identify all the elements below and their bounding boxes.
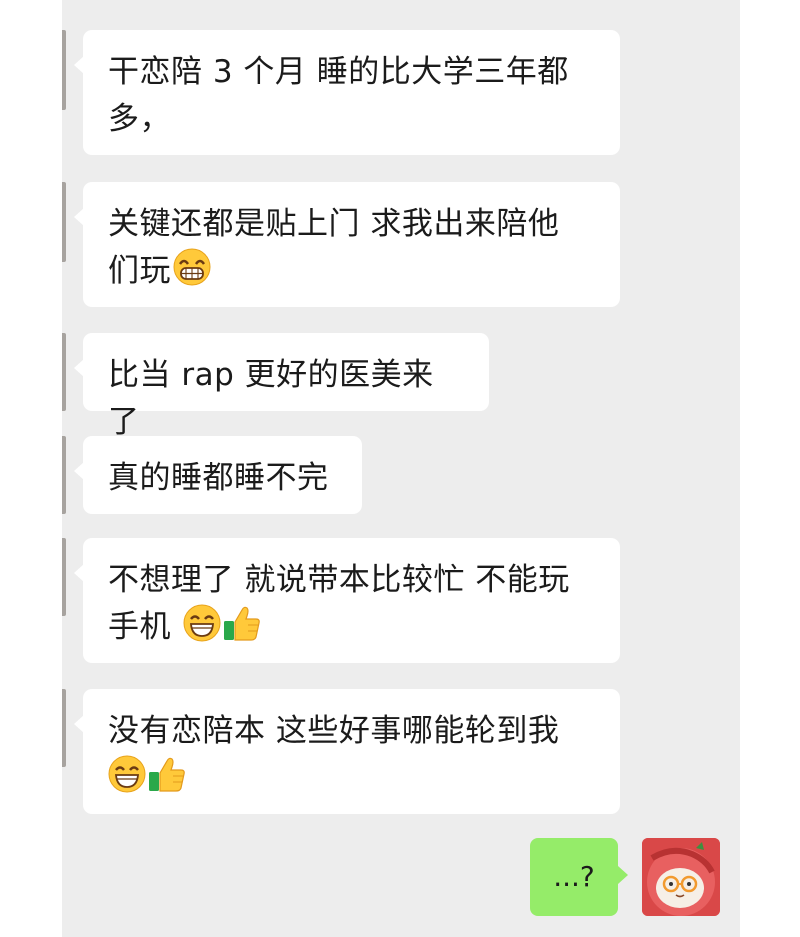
thumbs-up-icon	[222, 604, 262, 656]
message-bubble[interactable]: 真的睡都睡不完	[74, 436, 362, 514]
message-text: 干恋陪 3 个月 睡的比大学三年都	[108, 54, 569, 90]
sender-avatar[interactable]	[62, 182, 66, 262]
sender-avatar[interactable]	[62, 333, 66, 411]
message-text: 不想理了 就说带本比较忙 不能玩	[108, 562, 570, 598]
thumbs-up-icon	[147, 755, 187, 807]
message-text: ...?	[553, 860, 595, 893]
message-bubble[interactable]: 干恋陪 3 个月 睡的比大学三年都 多，	[74, 30, 620, 155]
message-bubble[interactable]: 不想理了 就说带本比较忙 不能玩 手机	[74, 538, 620, 663]
sender-avatar[interactable]	[62, 689, 66, 767]
chat-screen: 干恋陪 3 个月 睡的比大学三年都 多， 关键还都是贴上门 求我出来陪他 们玩 …	[0, 0, 800, 937]
message-text: 多，	[108, 101, 171, 137]
user-avatar[interactable]	[642, 838, 720, 916]
message-text: 手机	[108, 609, 171, 645]
sender-avatar[interactable]	[62, 436, 66, 514]
sender-avatar[interactable]	[62, 538, 66, 616]
message-text: 们玩	[108, 253, 171, 289]
message-bubble[interactable]: 比当 rap 更好的医美来了	[74, 333, 489, 440]
message-text: 比当 rap 更好的医美来了	[108, 357, 434, 440]
message-text: 没有恋陪本 这些好事哪能轮到我	[108, 713, 560, 749]
chat-history[interactable]: 干恋陪 3 个月 睡的比大学三年都 多， 关键还都是贴上门 求我出来陪他 们玩 …	[62, 0, 740, 937]
smiling-face-icon	[108, 755, 146, 793]
grinning-face-icon	[173, 248, 211, 286]
sent-message-bubble[interactable]: ...?	[530, 838, 628, 916]
sender-avatar[interactable]	[62, 30, 66, 110]
smiling-face-icon	[183, 604, 221, 642]
message-text: 关键还都是贴上门 求我出来陪他	[108, 206, 560, 242]
message-text: 真的睡都睡不完	[108, 460, 329, 496]
message-bubble[interactable]: 关键还都是贴上门 求我出来陪他 们玩	[74, 182, 620, 307]
message-bubble[interactable]: 没有恋陪本 这些好事哪能轮到我	[74, 689, 620, 814]
